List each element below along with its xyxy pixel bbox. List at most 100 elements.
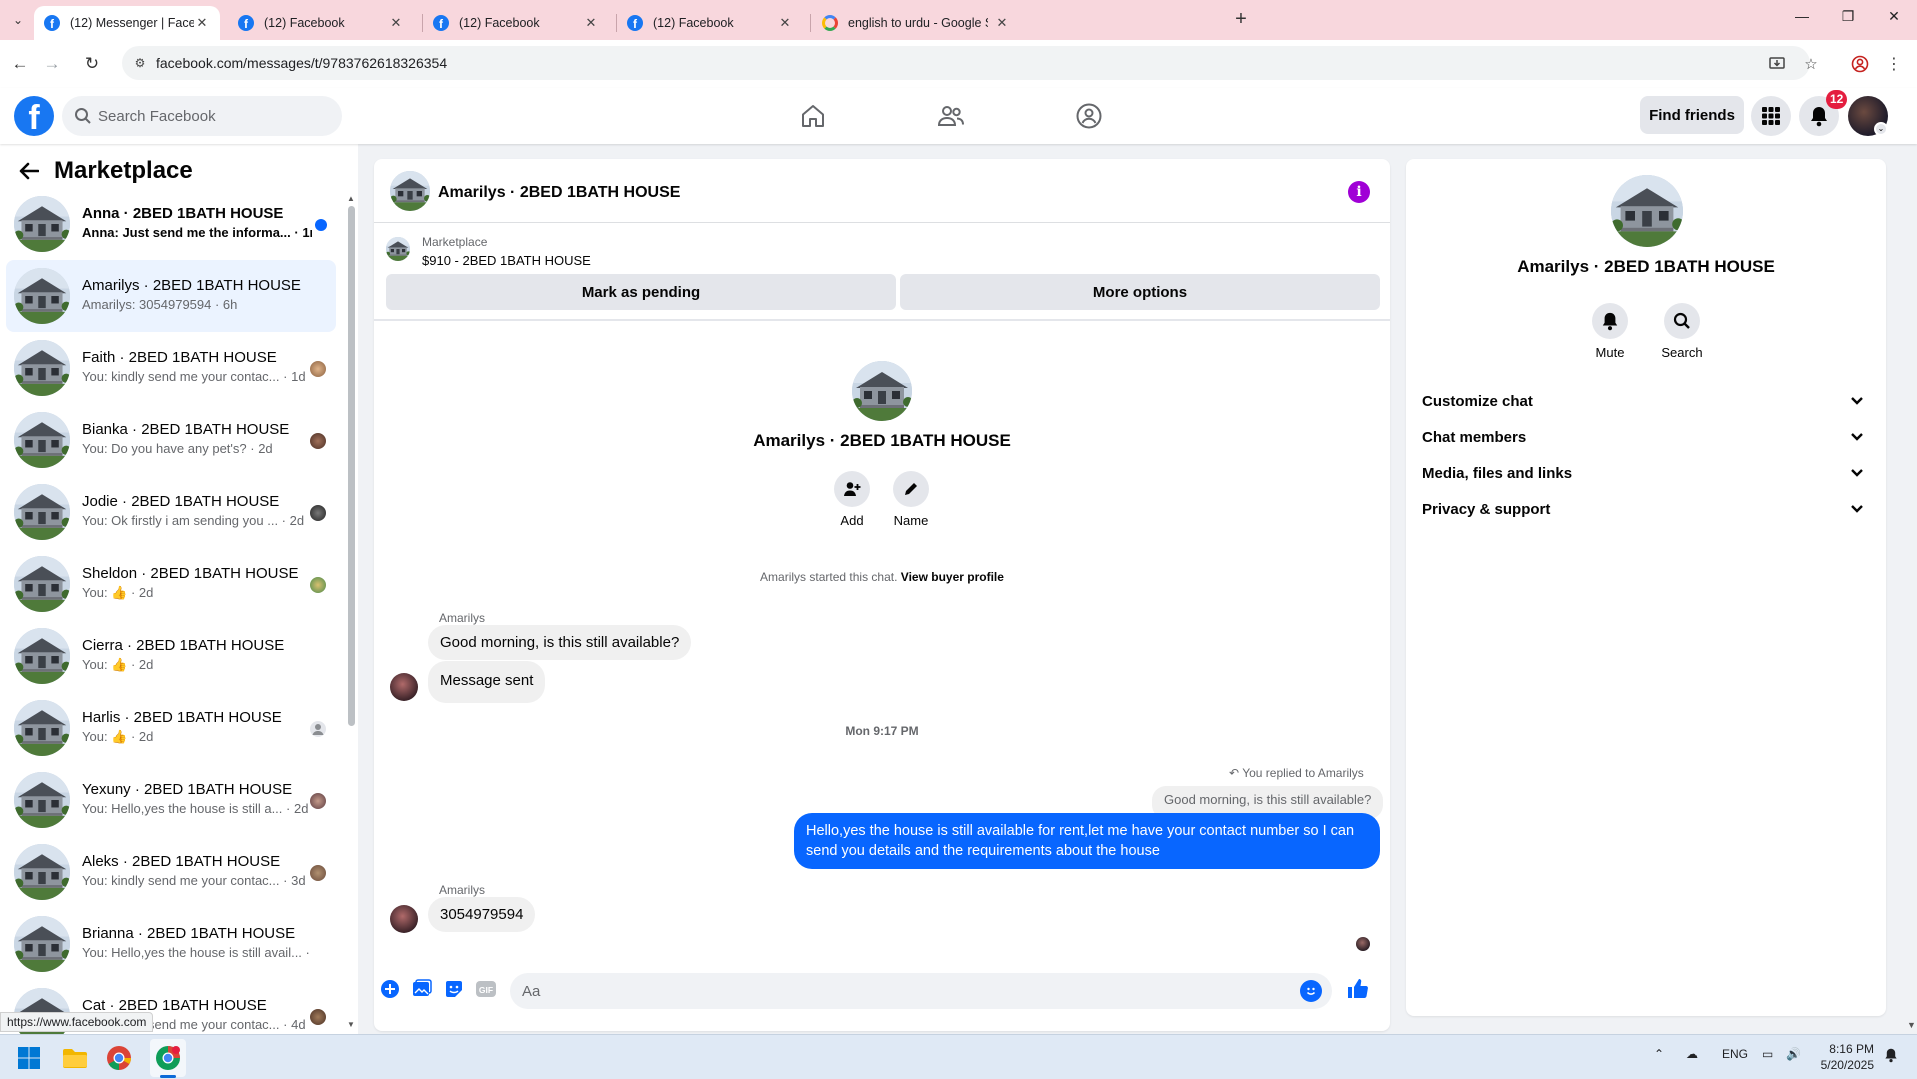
- chat-list-item[interactable]: Bianka · 2BED 1BATH HOUSE You: Do you ha…: [6, 404, 336, 476]
- chevron-up-icon[interactable]: ⌃: [1654, 1047, 1664, 1061]
- omnibox[interactable]: ⚙ facebook.com/messages/t/97837626183263…: [122, 46, 1818, 80]
- notification-bell-icon[interactable]: [1884, 1047, 1898, 1066]
- browser-tab-messenger[interactable]: f (12) Messenger | Facebook ✕: [34, 6, 220, 40]
- edit-name-button[interactable]: Name: [881, 471, 941, 528]
- chat-list-item-active[interactable]: Amarilys · 2BED 1BATH HOUSE Amarilys: 30…: [6, 260, 336, 332]
- info-icon[interactable]: i: [1348, 181, 1370, 203]
- emoji-icon[interactable]: [1300, 980, 1322, 1002]
- listing-thumbnail[interactable]: [386, 237, 410, 261]
- privacy-support-section[interactable]: Privacy & support: [1422, 491, 1870, 527]
- language-indicator[interactable]: ENG: [1722, 1047, 1748, 1061]
- file-explorer-icon[interactable]: [58, 1041, 92, 1075]
- minimize-icon[interactable]: —: [1787, 8, 1817, 32]
- chat-list-item[interactable]: Cierra · 2BED 1BATH HOUSE You: 👍 · 2d: [6, 620, 336, 692]
- tab-close-icon[interactable]: ✕: [777, 15, 793, 31]
- sender-avatar[interactable]: [390, 673, 418, 701]
- incoming-message[interactable]: Good morning, is this still available?: [428, 625, 692, 660]
- tab-close-icon[interactable]: ✕: [388, 15, 404, 31]
- search-input[interactable]: [98, 96, 328, 136]
- nav-groups[interactable]: [1034, 94, 1144, 138]
- scroll-up-icon[interactable]: ▲: [347, 194, 355, 203]
- outgoing-message[interactable]: Hello,yes the house is still available f…: [794, 813, 1380, 869]
- pencil-icon: [905, 483, 917, 495]
- plus-icon[interactable]: [378, 977, 402, 1001]
- chat-info-avatar[interactable]: [1611, 175, 1683, 247]
- chat-list-item[interactable]: Harlis · 2BED 1BATH HOUSE You: 👍 · 2d: [6, 692, 336, 764]
- chat-list-item[interactable]: Sheldon · 2BED 1BATH HOUSE You: 👍 · 2d: [6, 548, 336, 620]
- tab-close-icon[interactable]: ✕: [994, 15, 1010, 31]
- scroll-down-icon[interactable]: ▼: [1907, 1020, 1916, 1030]
- tab-close-icon[interactable]: ✕: [194, 15, 210, 31]
- bookmark-star-icon[interactable]: ☆: [1800, 53, 1822, 75]
- chat-list-item[interactable]: Yexuny · 2BED 1BATH HOUSE You: Hello,yes…: [6, 764, 336, 836]
- sticker-icon[interactable]: [442, 977, 466, 1001]
- listing-thumbnail: [14, 916, 70, 972]
- scrollbar-thumb[interactable]: [348, 206, 355, 726]
- display-icon[interactable]: ▭: [1762, 1047, 1773, 1061]
- chrome-icon[interactable]: [102, 1041, 136, 1075]
- chat-list-item[interactable]: Brianna · 2BED 1BATH HOUSE You: Hello,ye…: [6, 908, 336, 980]
- chat-list-item[interactable]: Aleks · 2BED 1BATH HOUSE You: kindly sen…: [6, 836, 336, 908]
- find-friends-button[interactable]: Find friends: [1640, 96, 1744, 134]
- sender-avatar[interactable]: [390, 905, 418, 933]
- conversation-title[interactable]: Amarilys · 2BED 1BATH HOUSE: [438, 184, 680, 202]
- customize-chat-section[interactable]: Customize chat: [1422, 383, 1870, 419]
- page-scrollbar[interactable]: ▲ ▼: [1905, 88, 1917, 1034]
- volume-icon[interactable]: 🔊: [1786, 1047, 1801, 1061]
- conversation-avatar[interactable]: [390, 171, 430, 211]
- section-label: Customize chat: [1422, 392, 1533, 410]
- cloud-sync-icon[interactable]: ☁: [1686, 1047, 1698, 1061]
- view-buyer-profile-link[interactable]: View buyer profile: [901, 570, 1004, 584]
- back-icon[interactable]: ←: [6, 50, 34, 78]
- facebook-search[interactable]: [62, 96, 342, 136]
- scroll-down-icon[interactable]: ▼: [347, 1020, 355, 1029]
- chevron-down-icon[interactable]: ⌄: [1874, 122, 1888, 136]
- reload-icon[interactable]: ↻: [78, 50, 106, 78]
- windows-start-icon[interactable]: [12, 1041, 46, 1075]
- like-thumb-icon[interactable]: [1344, 975, 1372, 1003]
- site-info-icon[interactable]: ⚙: [130, 53, 150, 73]
- mark-as-pending-button[interactable]: Mark as pending: [386, 274, 896, 310]
- nav-home[interactable]: [758, 94, 868, 138]
- chat-members-section[interactable]: Chat members: [1422, 419, 1870, 455]
- new-tab-button[interactable]: +: [1230, 9, 1252, 31]
- restore-icon[interactable]: ❐: [1833, 8, 1863, 32]
- chat-list-item[interactable]: Anna · 2BED 1BATH HOUSE Anna: Just send …: [6, 188, 336, 260]
- chrome-profile-icon[interactable]: [151, 1041, 185, 1075]
- chat-list-item[interactable]: Faith · 2BED 1BATH HOUSE You: kindly sen…: [6, 332, 336, 404]
- menu-grid-button[interactable]: [1751, 96, 1791, 136]
- conversation-header: Amarilys · 2BED 1BATH HOUSE i: [374, 159, 1390, 223]
- mute-button[interactable]: Mute: [1580, 303, 1640, 360]
- chat-list-item[interactable]: Jodie · 2BED 1BATH HOUSE You: Ok firstly…: [6, 476, 336, 548]
- notification-count-badge: 12: [1826, 90, 1848, 109]
- photo-icon[interactable]: [410, 977, 434, 1001]
- status-url-tooltip: https://www.facebook.com: [0, 1012, 154, 1032]
- tab-close-icon[interactable]: ✕: [583, 15, 599, 31]
- browser-tab-facebook-2[interactable]: f (12) Facebook ✕: [423, 6, 609, 40]
- browser-menu-icon[interactable]: ⋮: [1880, 50, 1908, 78]
- message-input[interactable]: [522, 973, 1282, 1009]
- chat-list-scrollbar[interactable]: ▲ ▼: [347, 194, 355, 1029]
- conversation-large-avatar[interactable]: [852, 361, 912, 421]
- system-clock[interactable]: 8:16 PM 5/20/2025: [1818, 1041, 1874, 1073]
- gif-icon[interactable]: GIF: [474, 977, 498, 1001]
- url-text[interactable]: facebook.com/messages/t/9783762618326354: [156, 55, 447, 71]
- listing-title[interactable]: $910 - 2BED 1BATH HOUSE: [422, 253, 591, 268]
- browser-tab-facebook-1[interactable]: f (12) Facebook ✕: [228, 6, 414, 40]
- nav-friends[interactable]: [896, 94, 1006, 138]
- more-options-button[interactable]: More options: [900, 274, 1380, 310]
- browser-tab-google[interactable]: english to urdu - Google Search ✕: [812, 6, 1222, 40]
- add-people-button[interactable]: Add: [822, 471, 882, 528]
- profile-icon[interactable]: [1846, 50, 1874, 78]
- install-app-icon[interactable]: [1766, 53, 1788, 75]
- browser-tab-facebook-3[interactable]: f (12) Facebook ✕: [617, 6, 803, 40]
- facebook-logo-icon[interactable]: f: [14, 96, 54, 136]
- media-files-links-section[interactable]: Media, files and links: [1422, 455, 1870, 491]
- search-in-chat-button[interactable]: Search: [1652, 303, 1712, 360]
- back-arrow-icon[interactable]: [14, 156, 44, 186]
- incoming-message[interactable]: 3054979594: [428, 897, 536, 932]
- tab-search-dropdown[interactable]: ⌄: [6, 8, 30, 32]
- close-window-icon[interactable]: ✕: [1879, 8, 1909, 32]
- incoming-message[interactable]: Message sent: [428, 661, 546, 703]
- forward-icon[interactable]: →: [38, 50, 66, 78]
